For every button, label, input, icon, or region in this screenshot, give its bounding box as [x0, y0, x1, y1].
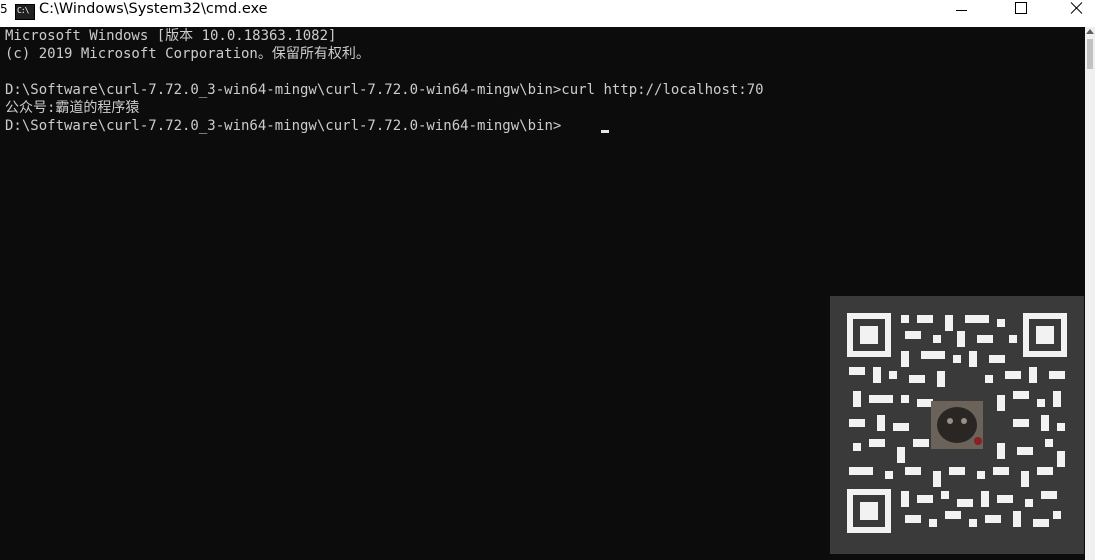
qr-code-overlay [830, 296, 1084, 554]
console-line-5: 公众号:霸道的程序猿 [5, 100, 140, 116]
edge-glyph: 5 [0, 2, 8, 16]
console-prompt-line: D:\Software\curl-7.72.0_3-win64-mingw\cu… [5, 118, 562, 134]
minimize-button[interactable] [938, 0, 984, 22]
cmd-console-icon[interactable]: C:\ [15, 4, 35, 20]
close-button[interactable] [1052, 0, 1095, 22]
window-title: C:\Windows\System32\cmd.exe [39, 1, 268, 17]
scroll-thumb[interactable] [1087, 39, 1093, 69]
minimize-icon [956, 10, 967, 11]
cmd-icon-text: C:\ [17, 6, 29, 15]
console-line-4: D:\Software\curl-7.72.0_3-win64-mingw\cu… [5, 82, 764, 98]
vertical-scrollbar[interactable] [1085, 27, 1095, 560]
text-cursor [601, 130, 609, 133]
qr-code-icon [845, 311, 1069, 535]
close-icon [1070, 2, 1083, 14]
console-line-2: (c) 2019 Microsoft Corporation。保留所有权利。 [5, 46, 370, 62]
maximize-button[interactable] [995, 0, 1041, 22]
console-line-1: Microsoft Windows [版本 10.0.18363.1082] [5, 28, 337, 44]
scroll-up-arrow-icon[interactable] [1086, 29, 1094, 34]
maximize-icon [1015, 2, 1027, 14]
title-bar[interactable]: 5 C:\ C:\Windows\System32\cmd.exe [0, 0, 1095, 27]
